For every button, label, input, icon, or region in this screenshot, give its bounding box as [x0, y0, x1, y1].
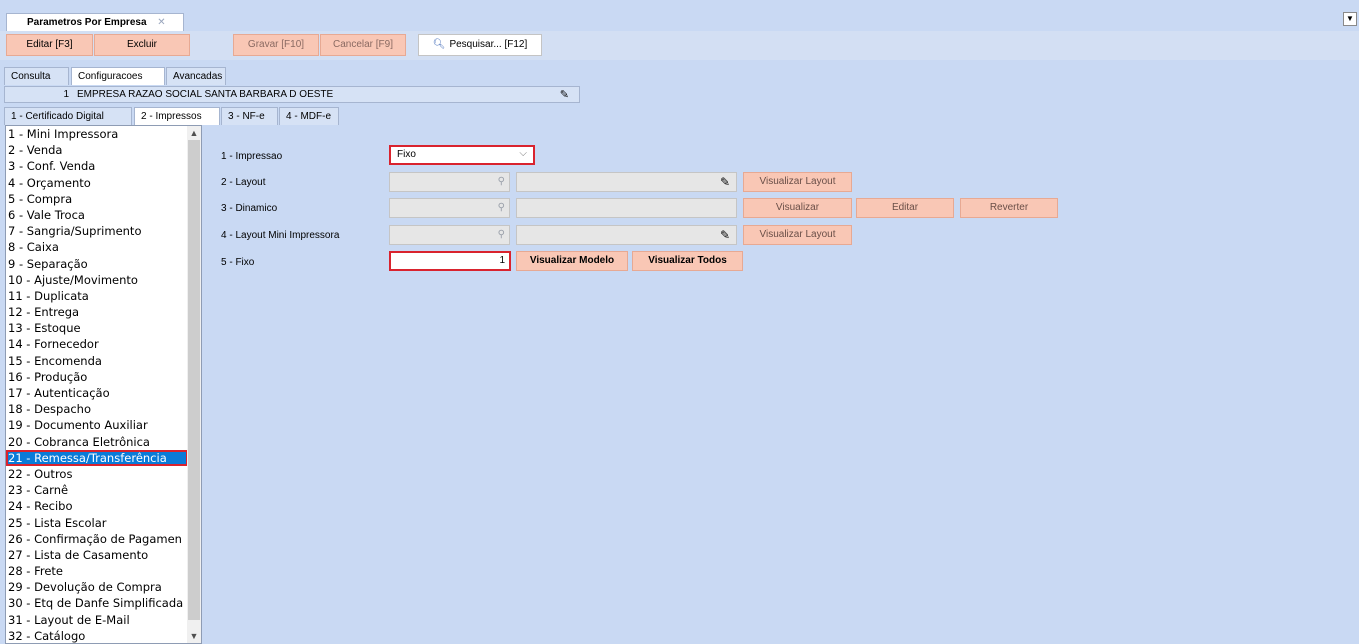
view-model-button[interactable]: Visualizar Modelo	[516, 251, 628, 271]
list-item[interactable]: 17 - Autenticação	[6, 385, 188, 401]
layout-name-field[interactable]: ✎	[516, 172, 737, 192]
impressao-label: 1 - Impressao	[221, 151, 283, 162]
layout-label: 2 - Layout	[221, 177, 266, 188]
search-icon: 🔍︎	[432, 39, 446, 50]
search-button[interactable]: 🔍︎ Pesquisar... [F12]	[418, 34, 542, 56]
list-item[interactable]: 26 - Confirmação de Pagamen	[6, 531, 188, 547]
tab-configuracoes[interactable]: Configuracoes	[71, 67, 165, 85]
list-item[interactable]: 27 - Lista de Casamento	[6, 547, 188, 563]
tab-certificado-digital[interactable]: 1 - Certificado Digital	[4, 107, 132, 125]
company-row: 1 EMPRESA RAZAO SOCIAL SANTA BARBARA D O…	[4, 86, 580, 103]
tab-nfe[interactable]: 3 - NF-e	[221, 107, 278, 125]
search-button-label: Pesquisar... [F12]	[449, 39, 528, 50]
list-item[interactable]: 23 - Carnê	[6, 482, 188, 498]
search-icon[interactable]: ⚲	[498, 176, 505, 187]
list-item[interactable]: 13 - Estoque	[6, 320, 188, 336]
list-item[interactable]: 14 - Fornecedor	[6, 336, 188, 352]
list-item[interactable]: 2 - Venda	[6, 142, 188, 158]
list-item[interactable]: 16 - Produção	[6, 369, 188, 385]
fixo-value: 1	[499, 255, 505, 266]
view-layout-button[interactable]: Visualizar Layout	[743, 172, 852, 192]
document-type-list[interactable]: 1 - Mini Impressora 2 - Venda 3 - Conf. Ve…	[5, 125, 202, 644]
save-button[interactable]: Gravar [F10]	[233, 34, 319, 56]
document-tabbar: Parametros Por Empresa ✕ ▼	[0, 0, 1359, 31]
chevron-down-icon[interactable]: ▼	[187, 629, 201, 643]
list-item[interactable]: 7 - Sangria/Suprimento	[6, 223, 188, 239]
list-item[interactable]: 22 - Outros	[6, 466, 188, 482]
list-item[interactable]: 25 - Lista Escolar	[6, 515, 188, 531]
close-icon[interactable]: ✕	[157, 17, 165, 28]
list-item[interactable]: 29 - Devolução de Compra	[6, 579, 188, 595]
list-item[interactable]: 24 - Recibo	[6, 498, 188, 514]
search-icon[interactable]: ⚲	[498, 229, 505, 240]
document-tab[interactable]: Parametros Por Empresa ✕	[6, 13, 184, 31]
mini-layout-label: 4 - Layout Mini Impressora	[221, 230, 340, 241]
pencil-icon[interactable]: ✎	[720, 228, 730, 242]
pencil-icon[interactable]: ✎	[720, 175, 730, 189]
search-icon[interactable]: ⚲	[498, 202, 505, 213]
list-item[interactable]: 18 - Despacho	[6, 401, 188, 417]
sub-tabs: 1 - Certificado Digital 2 - Impressos 3 …	[0, 107, 360, 125]
list-item[interactable]: 5 - Compra	[6, 191, 188, 207]
edit-button[interactable]: Editar [F3]	[6, 34, 93, 56]
list-item[interactable]: 19 - Documento Auxiliar	[6, 417, 188, 433]
list-item[interactable]: 4 - Orçamento	[6, 175, 188, 191]
company-code: 1	[63, 89, 69, 100]
list-item[interactable]: 20 - Cobranca Eletrônica	[6, 434, 188, 450]
list-item[interactable]: 8 - Caixa	[6, 239, 188, 255]
list-item[interactable]: 6 - Vale Troca	[6, 207, 188, 223]
revert-button[interactable]: Reverter	[960, 198, 1058, 218]
dinamico-code-field[interactable]: ⚲	[389, 198, 510, 218]
dinamico-label: 3 - Dinamico	[221, 203, 278, 214]
main-tabs: Consulta Configuracoes Avancadas	[0, 67, 300, 85]
tab-mdfe[interactable]: 4 - MDF-e	[279, 107, 339, 125]
list-item[interactable]: 15 - Encomenda	[6, 353, 188, 369]
chevron-up-icon[interactable]: ▲	[187, 126, 201, 140]
cancel-button[interactable]: Cancelar [F9]	[320, 34, 406, 56]
list-item[interactable]: 3 - Conf. Venda	[6, 158, 188, 174]
list-item[interactable]: 1 - Mini Impressora	[6, 126, 188, 142]
delete-button[interactable]: Excluir	[94, 34, 190, 56]
view-button[interactable]: Visualizar	[743, 198, 852, 218]
view-mini-layout-button[interactable]: Visualizar Layout	[743, 225, 852, 245]
list-item[interactable]: 32 - Catálogo	[6, 628, 188, 643]
chevron-down-icon[interactable]: ▼	[1343, 12, 1357, 26]
document-tab-title: Parametros Por Empresa	[27, 17, 147, 28]
fixo-label: 5 - Fixo	[221, 257, 255, 268]
list-item[interactable]: 10 - Ajuste/Movimento	[6, 272, 188, 288]
list-item[interactable]: 11 - Duplicata	[6, 288, 188, 304]
impressao-value: Fixo	[397, 149, 416, 160]
fixo-field[interactable]: 1	[389, 251, 511, 271]
tab-impressos[interactable]: 2 - Impressos	[134, 107, 220, 125]
list-item[interactable]: 30 - Etq de Danfe Simplificada	[6, 595, 188, 611]
mini-layout-code-field[interactable]: ⚲	[389, 225, 510, 245]
list-item[interactable]: 21 - Remessa/Transferência	[6, 449, 188, 466]
layout-code-field[interactable]: ⚲	[389, 172, 510, 192]
pencil-icon[interactable]: ✎	[560, 88, 569, 101]
view-all-button[interactable]: Visualizar Todos	[632, 251, 743, 271]
list-item[interactable]: 12 - Entrega	[6, 304, 188, 320]
list-scrollbar[interactable]: ▲ ▼	[187, 126, 201, 643]
list-item[interactable]: 31 - Layout de E-Mail	[6, 612, 188, 628]
toolbar: Editar [F3] Excluir Gravar [F10] Cancela…	[0, 31, 1359, 60]
impressao-select[interactable]: Fixo ⌵	[389, 145, 535, 165]
list-item[interactable]: 28 - Frete	[6, 563, 188, 579]
list-item[interactable]: 9 - Separação	[6, 256, 188, 272]
edit-button[interactable]: Editar	[856, 198, 954, 218]
chevron-down-icon: ⌵	[519, 148, 527, 159]
company-name: EMPRESA RAZAO SOCIAL SANTA BARBARA D OES…	[77, 89, 334, 100]
tab-avancadas[interactable]: Avancadas	[166, 67, 226, 85]
mini-layout-name-field[interactable]: ✎	[516, 225, 737, 245]
tab-consulta[interactable]: Consulta	[4, 67, 69, 85]
dinamico-name-field[interactable]	[516, 198, 737, 218]
scrollbar-thumb[interactable]	[188, 140, 200, 620]
